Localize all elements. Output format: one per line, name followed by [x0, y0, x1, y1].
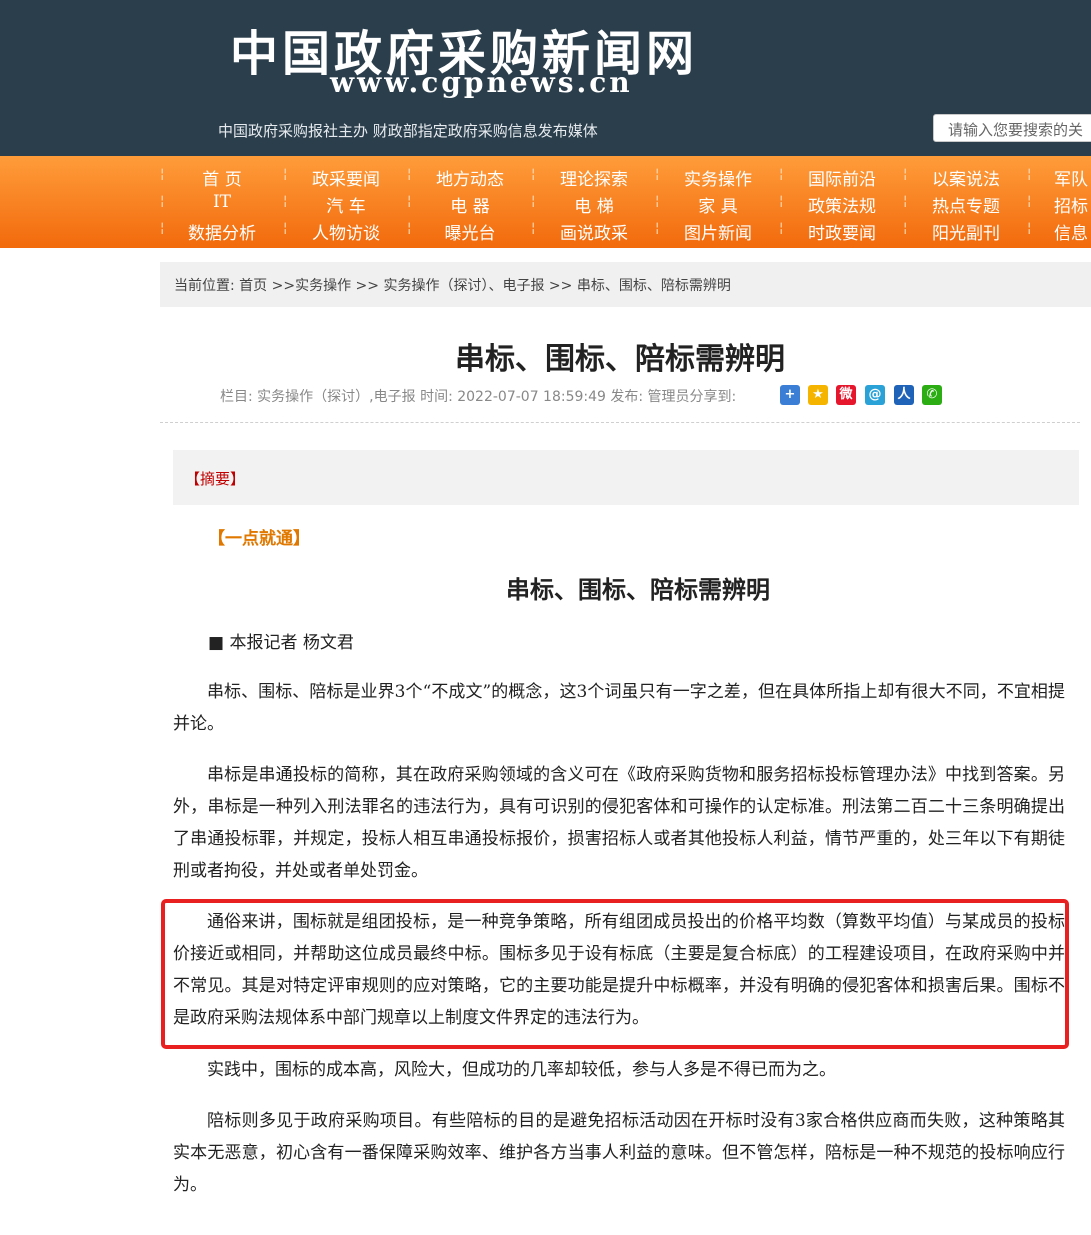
breadcrumb-separator: >>: [267, 278, 296, 294]
nav-divider: ¦: [160, 167, 165, 182]
breadcrumb-link[interactable]: 首页: [239, 278, 267, 294]
nav-item[interactable]: 信息: [1040, 219, 1091, 244]
nav-item[interactable]: IT: [172, 192, 272, 212]
nav-divider: ¦: [1027, 194, 1032, 209]
nav-divider: ¦: [655, 167, 660, 182]
divider: [160, 422, 1080, 423]
nav-divider: ¦: [407, 194, 412, 209]
nav-divider: ¦: [1027, 167, 1032, 182]
highlight-frame: [161, 899, 1069, 1049]
nav-divider: ¦: [531, 167, 536, 182]
nav-divider: ¦: [283, 221, 288, 236]
site-url[interactable]: www.cgpnews.cn: [330, 66, 633, 99]
site-header: 中国政府采购新闻网 www.cgpnews.cn 中国政府采购报社主办 财政部指…: [0, 0, 1091, 156]
nav-divider: ¦: [160, 194, 165, 209]
nav-divider: ¦: [407, 221, 412, 236]
nav-item[interactable]: 画说政采: [544, 219, 644, 244]
nav-item[interactable]: 招标: [1040, 192, 1091, 217]
nav-divider: ¦: [531, 221, 536, 236]
article-title: 串标、围标、陪标需辨明: [455, 342, 785, 377]
nav-item[interactable]: 政采要闻: [296, 165, 396, 190]
nav-row-3: ¦ 数据分析 ¦ 人物访谈 ¦ 曝光台 ¦ 画说政采 ¦ 图片新闻 ¦ 时政要闻…: [0, 217, 1091, 244]
abstract-label: 【摘要】: [185, 470, 246, 488]
weibo-icon[interactable]: 微: [836, 385, 856, 405]
breadcrumb: 当前位置: 首页 >>实务操作 >> 实务操作（探讨）、电子报 >> 串标、围标…: [160, 262, 1091, 307]
nav-divider: ¦: [779, 221, 784, 236]
nav-divider: ¦: [903, 194, 908, 209]
nav-divider: ¦: [1027, 221, 1032, 236]
abstract-box: 【摘要】: [173, 450, 1079, 505]
breadcrumb-separator: >>: [351, 278, 384, 294]
nav-row-2: ¦ IT ¦ 汽 车 ¦ 电 器 ¦ 电 梯 ¦ 家 具 ¦ 政策法规 ¦ 热点…: [0, 190, 1091, 217]
site-tagline: 中国政府采购报社主办 财政部指定政府采购信息发布媒体: [218, 122, 598, 140]
nav-item[interactable]: 数据分析: [172, 219, 272, 244]
nav-item[interactable]: 军队: [1040, 165, 1091, 190]
qzone-icon[interactable]: ★: [808, 385, 828, 405]
nav-item[interactable]: 人物访谈: [296, 219, 396, 244]
nav-item[interactable]: 政策法规: [792, 192, 892, 217]
nav-divider: ¦: [407, 167, 412, 182]
main-nav: ¦ 首 页 ¦ 政采要闻 ¦ 地方动态 ¦ 理论探索 ¦ 实务操作 ¦ 国际前沿…: [0, 156, 1091, 248]
nav-divider: ¦: [903, 167, 908, 182]
nav-divider: ¦: [903, 221, 908, 236]
nav-item[interactable]: 阳光副刊: [916, 219, 1016, 244]
nav-item[interactable]: 图片新闻: [668, 219, 768, 244]
breadcrumb-link[interactable]: 实务操作: [295, 278, 351, 294]
breadcrumb-current[interactable]: 串标、围标、陪标需辨明: [577, 278, 731, 294]
breadcrumb-prefix: 当前位置:: [174, 278, 235, 294]
section-label: 【一点就通】: [208, 529, 310, 549]
article-author: ■ 本报记者 杨文君: [208, 633, 354, 653]
nav-item[interactable]: 首 页: [172, 165, 272, 190]
nav-divider: ¦: [779, 167, 784, 182]
nav-item[interactable]: 曝光台: [420, 219, 520, 244]
nav-divider: ¦: [655, 194, 660, 209]
tencent-weibo-icon[interactable]: @: [865, 385, 885, 405]
article-paragraph: 实践中，围标的成本高，风险大，但成功的几率却较低，参与人多是不得已而为之。: [207, 1060, 836, 1080]
wechat-icon[interactable]: ✆: [922, 385, 942, 405]
nav-item[interactable]: 家 具: [668, 192, 768, 217]
nav-item[interactable]: 热点专题: [916, 192, 1016, 217]
nav-divider: ¦: [283, 194, 288, 209]
renren-icon[interactable]: 人: [894, 385, 914, 405]
article-paragraph: 陪标则多见于政府采购项目。有些陪标的目的是避免招标活动因在开标时没有3家合格供应…: [173, 1111, 1065, 1195]
search-input[interactable]: 请输入您要搜索的关: [933, 114, 1091, 142]
nav-item[interactable]: 时政要闻: [792, 219, 892, 244]
nav-item[interactable]: 汽 车: [296, 192, 396, 217]
nav-item[interactable]: 电 梯: [544, 192, 644, 217]
nav-item[interactable]: 地方动态: [420, 165, 520, 190]
nav-item[interactable]: 实务操作: [668, 165, 768, 190]
plus-icon[interactable]: +: [780, 385, 800, 405]
nav-divider: ¦: [779, 194, 784, 209]
nav-item[interactable]: 以案说法: [916, 165, 1016, 190]
nav-item[interactable]: 理论探索: [544, 165, 644, 190]
article-paragraph: 串标是串通投标的简称，其在政府采购领域的含义可在《政府采购货物和服务招标投标管理…: [173, 765, 1065, 881]
nav-divider: ¦: [283, 167, 288, 182]
article-meta: 栏目: 实务操作（探讨）,电子报 时间: 2022-07-07 18:59:49…: [220, 389, 737, 405]
nav-row-1: ¦ 首 页 ¦ 政采要闻 ¦ 地方动态 ¦ 理论探索 ¦ 实务操作 ¦ 国际前沿…: [0, 163, 1091, 190]
article-subtitle: 串标、围标、陪标需辨明: [506, 575, 770, 604]
nav-divider: ¦: [655, 221, 660, 236]
breadcrumb-separator: >>: [544, 278, 577, 294]
article-paragraph: 串标、围标、陪标是业界3个“不成文”的概念，这3个词虽只有一字之差，但在具体所指…: [173, 682, 1065, 734]
nav-divider: ¦: [160, 221, 165, 236]
nav-item[interactable]: 电 器: [420, 192, 520, 217]
nav-divider: ¦: [531, 194, 536, 209]
breadcrumb-link[interactable]: 实务操作（探讨）、电子报: [383, 278, 544, 294]
nav-item[interactable]: 国际前沿: [792, 165, 892, 190]
